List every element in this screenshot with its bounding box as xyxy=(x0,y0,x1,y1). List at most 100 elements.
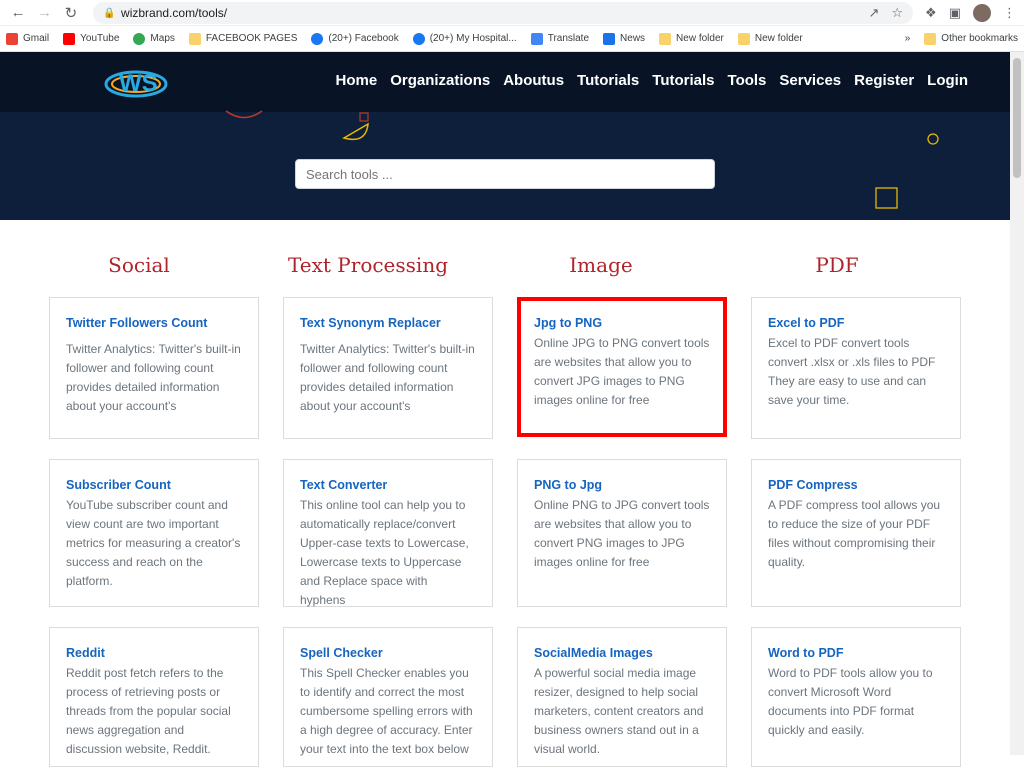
browser-toolbar: ← → ↻ 🔒 wizbrand.com/tools/ ↗ ☆ ❖ ▣ ⋮ xyxy=(0,0,1024,26)
column-heading-image: Image xyxy=(569,253,633,277)
tool-card-png-to-jpg[interactable]: PNG to Jpg Online PNG to JPG convert too… xyxy=(517,459,727,607)
share-icon[interactable]: ↗ xyxy=(868,5,879,21)
card-title[interactable]: Word to PDF xyxy=(768,646,944,660)
nav-register[interactable]: Register xyxy=(854,72,914,89)
bookmark-star-icon[interactable]: ☆ xyxy=(891,5,903,21)
folder-icon xyxy=(924,32,937,45)
url-text: wizbrand.com/tools/ xyxy=(121,5,228,20)
facebook-icon xyxy=(311,32,324,45)
bookmark-youtube[interactable]: YouTube xyxy=(63,32,119,45)
card-description: A powerful social media image resizer, d… xyxy=(534,666,704,756)
translate-icon xyxy=(530,32,543,45)
card-title[interactable]: Jpg to PNG xyxy=(534,316,710,330)
card-description: This Spell Checker enables you to identi… xyxy=(300,666,473,756)
column-heading-text-processing: Text Processing xyxy=(288,253,448,277)
bookmark-facebook-pages[interactable]: FACEBOOK PAGES xyxy=(188,32,297,45)
nav-services[interactable]: Services xyxy=(779,72,841,89)
nav-tutorials-2[interactable]: Tutorials xyxy=(652,72,714,89)
card-description: YouTube subscriber count and view count … xyxy=(66,498,241,588)
tool-card-text-synonym-replacer[interactable]: Text Synonym Replacer Twitter Analytics:… xyxy=(283,297,493,439)
bookmark-facebook[interactable]: (20+) Facebook xyxy=(311,32,399,45)
main-menu: Home Organizations Aboutus Tutorials Tut… xyxy=(323,72,968,89)
card-title[interactable]: Twitter Followers Count xyxy=(66,316,242,330)
back-icon[interactable]: ← xyxy=(8,2,28,24)
tool-card-text-converter[interactable]: Text Converter This online tool can help… xyxy=(283,459,493,607)
bookmark-my-hospital[interactable]: (20+) My Hospital... xyxy=(412,32,517,45)
bookmarks-bar: Gmail YouTube Maps FACEBOOK PAGES (20+) … xyxy=(0,26,1024,52)
site-navbar: WS Home Organizations Aboutus Tutorials … xyxy=(0,52,1024,112)
card-title[interactable]: PDF Compress xyxy=(768,478,944,492)
lock-icon: 🔒 xyxy=(103,7,116,19)
news-icon xyxy=(603,32,616,45)
maps-icon xyxy=(133,32,146,45)
bookmark-news[interactable]: News xyxy=(603,32,645,45)
forward-icon[interactable]: → xyxy=(34,2,54,24)
bookmark-new-folder-2[interactable]: New folder xyxy=(737,32,803,45)
card-title[interactable]: SocialMedia Images xyxy=(534,646,710,660)
tool-card-jpg-to-png[interactable]: Jpg to PNG Online JPG to PNG convert too… xyxy=(517,297,727,437)
wizbrand-logo[interactable]: WS xyxy=(104,58,168,104)
search-input[interactable] xyxy=(306,166,704,182)
facebook-icon xyxy=(412,32,425,45)
bookmark-new-folder-1[interactable]: New folder xyxy=(659,32,724,45)
tool-card-twitter-followers-count[interactable]: Twitter Followers Count Twitter Analytic… xyxy=(49,297,259,439)
tool-card-pdf-compress[interactable]: PDF Compress A PDF compress tool allows … xyxy=(751,459,961,607)
bookmark-translate[interactable]: Translate xyxy=(530,32,589,45)
tool-card-spell-checker[interactable]: Spell Checker This Spell Checker enables… xyxy=(283,627,493,767)
tool-card-reddit[interactable]: Reddit Reddit post fetch refers to the p… xyxy=(49,627,259,767)
extensions-icon[interactable]: ❖ xyxy=(925,5,937,21)
bookmark-gmail[interactable]: Gmail xyxy=(6,32,49,45)
address-bar[interactable]: 🔒 wizbrand.com/tools/ ↗ ☆ xyxy=(93,1,914,24)
folder-icon xyxy=(188,32,201,45)
nav-tutorials-1[interactable]: Tutorials xyxy=(577,72,639,89)
tools-grid: Social Text Processing Image PDF Twitter… xyxy=(0,220,1010,767)
bookmark-maps[interactable]: Maps xyxy=(133,32,175,45)
bookmarks-overflow[interactable]: » xyxy=(905,33,911,44)
nav-organizations[interactable]: Organizations xyxy=(390,72,490,89)
card-description: Online JPG to PNG convert tools are webs… xyxy=(534,336,710,407)
card-description: This online tool can help you to automat… xyxy=(300,498,469,607)
column-heading-social: Social xyxy=(108,253,170,277)
card-title[interactable]: Text Converter xyxy=(300,478,476,492)
card-title[interactable]: Subscriber Count xyxy=(66,478,242,492)
decor-shape-yellow xyxy=(342,112,369,141)
reload-icon[interactable]: ↻ xyxy=(61,2,81,24)
card-title[interactable]: Spell Checker xyxy=(300,646,476,660)
hero-section: WS Home Organizations Aboutus Tutorials … xyxy=(0,52,1024,220)
tool-card-word-to-pdf[interactable]: Word to PDF Word to PDF tools allow you … xyxy=(751,627,961,767)
nav-aboutus[interactable]: Aboutus xyxy=(503,72,564,89)
card-description: Word to PDF tools allow you to convert M… xyxy=(768,666,933,737)
page-scrollbar[interactable] xyxy=(1010,52,1024,755)
card-title[interactable]: PNG to Jpg xyxy=(534,478,710,492)
decor-arc-red xyxy=(225,110,263,119)
gmail-icon xyxy=(6,32,18,45)
card-description: Excel to PDF convert tools convert .xlsx… xyxy=(768,336,936,407)
card-title[interactable]: Reddit xyxy=(66,646,242,660)
card-description: Twitter Analytics: Twitter's built-in fo… xyxy=(66,342,241,413)
card-description: Reddit post fetch refers to the process … xyxy=(66,666,231,756)
card-title[interactable]: Text Synonym Replacer xyxy=(300,316,476,330)
search-tools-box[interactable] xyxy=(295,159,715,189)
folder-icon xyxy=(737,32,750,45)
nav-home[interactable]: Home xyxy=(336,72,378,89)
tool-card-subscriber-count[interactable]: Subscriber Count YouTube subscriber coun… xyxy=(49,459,259,607)
folder-icon xyxy=(659,32,672,45)
column-heading-pdf: PDF xyxy=(815,253,859,277)
card-description: A PDF compress tool allows you to reduce… xyxy=(768,498,941,569)
tool-card-excel-to-pdf[interactable]: Excel to PDF Excel to PDF convert tools … xyxy=(751,297,961,439)
decor-square-yellow xyxy=(875,187,898,209)
scrollbar-thumb[interactable] xyxy=(1013,58,1021,178)
nav-tools[interactable]: Tools xyxy=(728,72,767,89)
nav-login[interactable]: Login xyxy=(927,72,968,89)
tool-card-socialmedia-images[interactable]: SocialMedia Images A powerful social med… xyxy=(517,627,727,767)
youtube-icon xyxy=(63,32,76,45)
logo-text: WS xyxy=(119,70,158,97)
card-description: Online PNG to JPG convert tools are webs… xyxy=(534,498,710,569)
card-description: Twitter Analytics: Twitter's built-in fo… xyxy=(300,342,475,413)
profile-avatar-icon[interactable] xyxy=(973,3,991,22)
bookmark-other[interactable]: Other bookmarks xyxy=(924,32,1018,45)
side-panel-icon[interactable]: ▣ xyxy=(949,5,961,21)
decor-circle-yellow xyxy=(927,133,939,145)
menu-dots-icon[interactable]: ⋮ xyxy=(1003,5,1016,21)
card-title[interactable]: Excel to PDF xyxy=(768,316,944,330)
